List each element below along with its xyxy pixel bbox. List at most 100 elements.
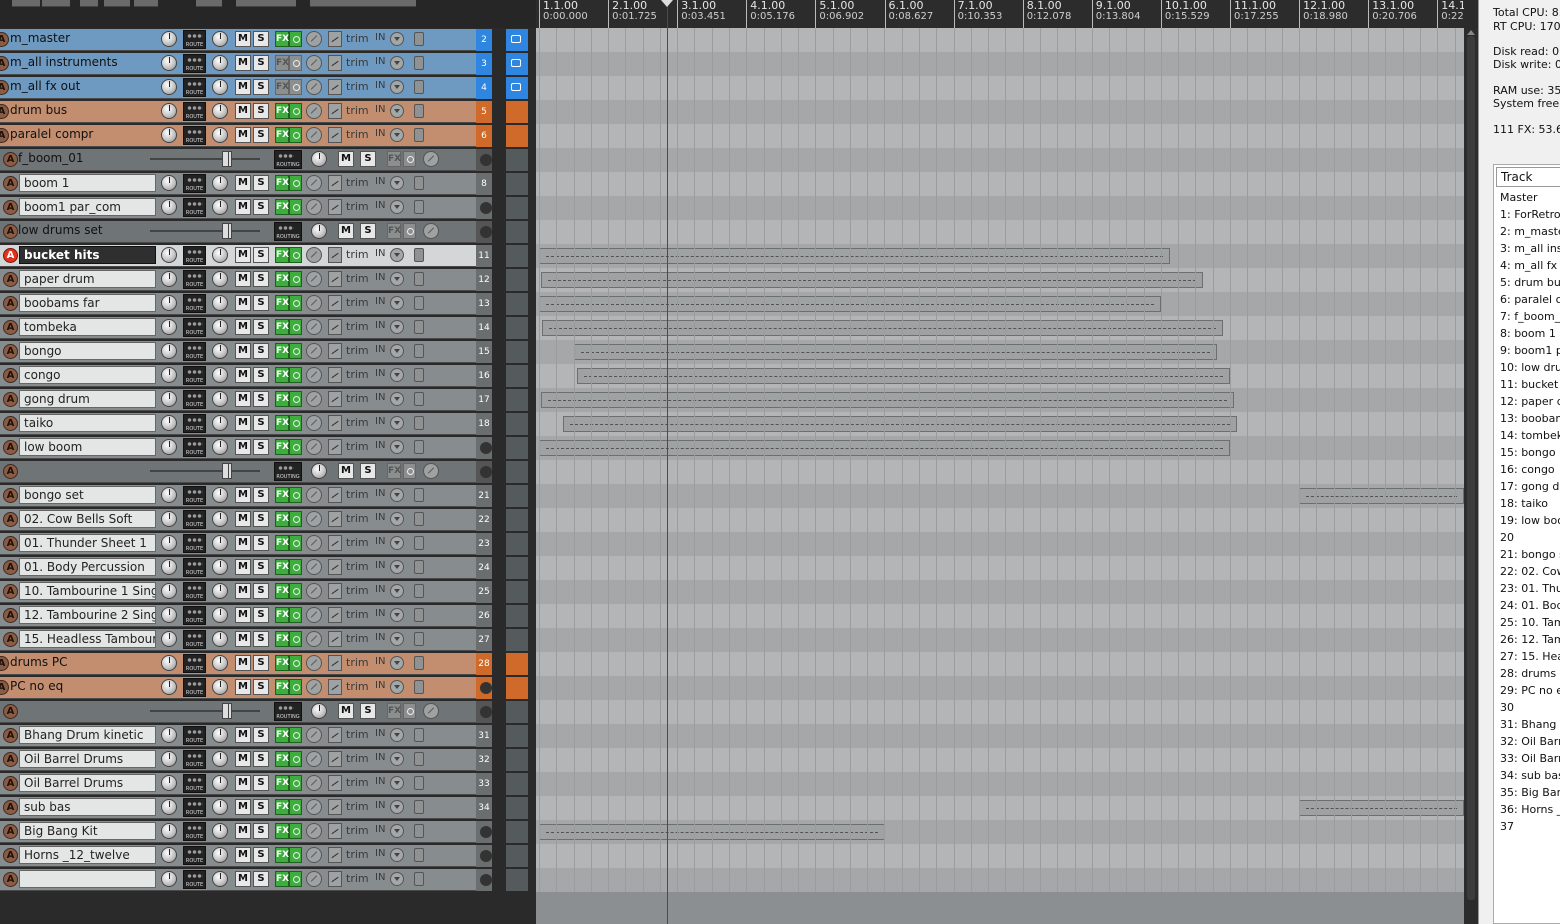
track-row[interactable]: A ROUTING M S FX xyxy=(0,700,536,724)
input-dropdown-icon[interactable] xyxy=(390,296,404,310)
solo-button[interactable]: S xyxy=(253,199,269,215)
track-list-item[interactable]: 1: ForRetroR xyxy=(1500,208,1560,221)
pan-knob[interactable] xyxy=(212,679,228,695)
fx-bypass-icon[interactable] xyxy=(289,55,302,71)
pan-knob[interactable] xyxy=(212,103,228,119)
track-list-item[interactable]: 9: boom1 par xyxy=(1500,344,1560,357)
track-color-strip[interactable] xyxy=(506,125,528,147)
timeline-ruler[interactable]: 1.1.00 0:00.000 2.1.00 0:01.725 3.1.00 0:03.4… xyxy=(536,0,1464,28)
solo-button[interactable]: S xyxy=(360,703,376,719)
track-row[interactable]: Alow drums set ROUTING M S FX xyxy=(0,220,536,244)
solo-button[interactable]: S xyxy=(253,559,269,575)
pan-knob[interactable] xyxy=(212,175,228,191)
mute-button[interactable]: M xyxy=(235,847,251,863)
fx-bypass-icon[interactable] xyxy=(289,751,302,767)
trim-mode[interactable]: trim xyxy=(346,104,369,117)
monitor-icon[interactable] xyxy=(414,656,424,670)
volume-knob[interactable] xyxy=(161,727,177,743)
track-list-item[interactable]: 36: Horns _1 xyxy=(1500,803,1560,816)
phase-icon[interactable] xyxy=(423,223,439,239)
track-color-strip[interactable] xyxy=(506,581,528,603)
track-row[interactable]: Aboobams far ROUTE M S FX trim IN 13 xyxy=(0,292,536,316)
fx-button[interactable]: FX xyxy=(275,679,289,695)
route-button[interactable]: ROUTE xyxy=(183,54,206,73)
track-name[interactable]: m_all fx out xyxy=(6,78,156,96)
mute-button[interactable]: M xyxy=(235,343,251,359)
mute-button[interactable]: M xyxy=(235,775,251,791)
track-color-strip[interactable] xyxy=(506,797,528,819)
track-list-item[interactable]: 10: low drum xyxy=(1500,361,1560,374)
solo-button[interactable]: S xyxy=(253,583,269,599)
phase-icon[interactable] xyxy=(306,319,322,335)
phase-icon[interactable] xyxy=(306,367,322,383)
volume-knob[interactable] xyxy=(161,511,177,527)
trim-mode[interactable]: trim xyxy=(346,344,369,357)
fx-button[interactable]: FX xyxy=(387,703,401,719)
pan-knob[interactable] xyxy=(212,871,228,887)
fx-bypass-icon[interactable] xyxy=(289,319,302,335)
track-color-strip[interactable] xyxy=(506,653,528,675)
mute-button[interactable]: M xyxy=(235,127,251,143)
track-row[interactable]: A Oil Barrel Drums ROUTE M S FX trim IN 32 xyxy=(0,748,536,772)
pan-knob[interactable] xyxy=(212,415,228,431)
input-dropdown-icon[interactable] xyxy=(390,80,404,94)
track-color-strip[interactable] xyxy=(506,29,528,51)
monitor-icon[interactable] xyxy=(414,104,424,118)
track-row[interactable]: Agong drum ROUTE M S FX trim IN 17 xyxy=(0,388,536,412)
route-button[interactable]: ROUTE xyxy=(183,822,206,841)
phase-icon[interactable] xyxy=(306,799,322,815)
track-lanes[interactable] xyxy=(536,28,1464,892)
mute-button[interactable]: M xyxy=(235,367,251,383)
track-color-strip[interactable] xyxy=(506,845,528,867)
monitor-icon[interactable] xyxy=(414,632,424,646)
fx-button[interactable]: FX xyxy=(387,151,401,167)
pan-knob[interactable] xyxy=(212,631,228,647)
fx-button[interactable]: FX xyxy=(275,319,289,335)
track-color-strip[interactable] xyxy=(506,365,528,387)
volume-knob[interactable] xyxy=(161,559,177,575)
track-name[interactable]: 01. Body Percussion xyxy=(19,558,156,576)
track-list-item[interactable]: 4: m_all fx ou xyxy=(1500,259,1560,272)
track-lane[interactable] xyxy=(536,676,1464,700)
pan-knob[interactable] xyxy=(212,559,228,575)
pan-knob[interactable] xyxy=(212,247,228,263)
track-list-item[interactable]: 17: gong dru xyxy=(1500,480,1560,493)
fx-button[interactable]: FX xyxy=(275,271,289,287)
record-arm-button[interactable]: A xyxy=(3,728,18,743)
play-cursor[interactable] xyxy=(667,0,668,924)
track-lane[interactable] xyxy=(536,652,1464,676)
track-row[interactable]: A 02. Cow Bells Soft ROUTE M S FX trim IN 22 xyxy=(0,508,536,532)
solo-button[interactable]: S xyxy=(360,151,376,167)
track-color-strip[interactable] xyxy=(506,317,528,339)
track-list-item[interactable]: 37 xyxy=(1500,820,1514,833)
phase-icon[interactable] xyxy=(306,415,322,431)
input-dropdown-icon[interactable] xyxy=(390,416,404,430)
fx-bypass-icon[interactable] xyxy=(289,367,302,383)
fx-bypass-icon[interactable] xyxy=(289,631,302,647)
fx-bypass-icon[interactable] xyxy=(289,295,302,311)
track-row[interactable]: Abongo set ROUTE M S FX trim IN 21 xyxy=(0,484,536,508)
trim-mode[interactable]: trim xyxy=(346,272,369,285)
mute-button[interactable]: M xyxy=(235,247,251,263)
solo-button[interactable]: S xyxy=(253,175,269,191)
phase-icon[interactable] xyxy=(306,775,322,791)
input-dropdown-icon[interactable] xyxy=(390,344,404,358)
fx-button[interactable]: FX xyxy=(275,511,289,527)
route-button[interactable]: ROUTE xyxy=(183,798,206,817)
track-row[interactable]: Am_all instruments ROUTE M S FX trim IN 3 xyxy=(0,52,536,76)
phase-icon[interactable] xyxy=(306,199,322,215)
input-dropdown-icon[interactable] xyxy=(390,680,404,694)
track-color-strip[interactable] xyxy=(506,773,528,795)
volume-knob[interactable] xyxy=(161,655,177,671)
track-color-strip[interactable] xyxy=(506,533,528,555)
record-arm-button[interactable]: A xyxy=(3,200,18,215)
track-list-item[interactable]: 32: Oil Barrel xyxy=(1500,735,1560,748)
track-lane[interactable] xyxy=(536,700,1464,724)
route-button[interactable]: ROUTE xyxy=(183,414,206,433)
solo-button[interactable]: S xyxy=(253,367,269,383)
solo-button[interactable]: S xyxy=(253,103,269,119)
track-lane[interactable] xyxy=(536,868,1464,892)
input-dropdown-icon[interactable] xyxy=(390,320,404,334)
fx-button[interactable]: FX xyxy=(275,607,289,623)
track-name[interactable]: boom1 par_com xyxy=(19,198,156,216)
